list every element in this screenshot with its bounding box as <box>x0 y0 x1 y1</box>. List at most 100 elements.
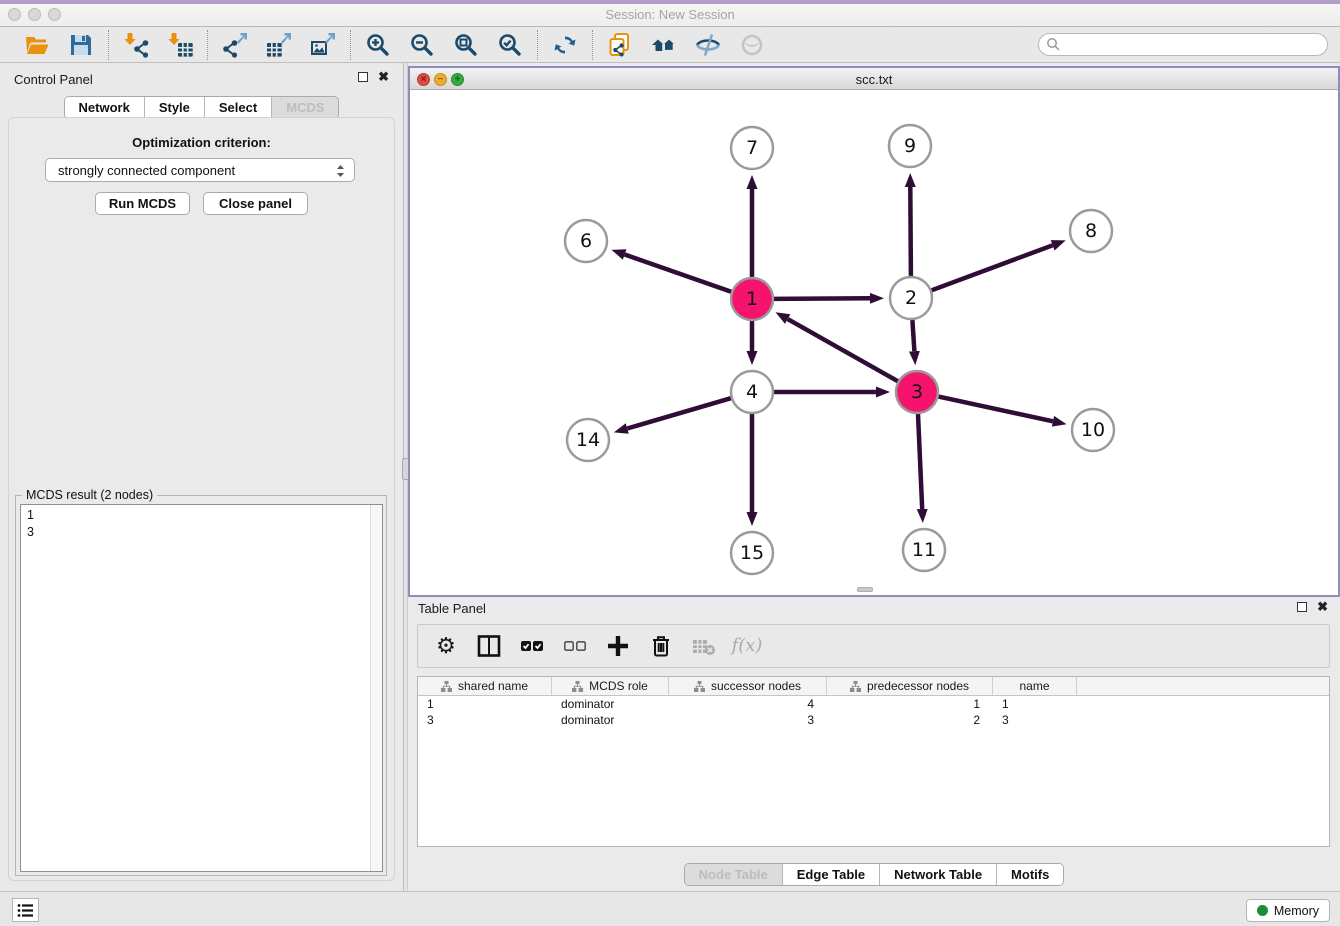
function-builder-button[interactable]: f(x) <box>733 632 761 660</box>
zoom-fit-button[interactable] <box>452 31 480 59</box>
duplicate-network-button[interactable] <box>606 31 634 59</box>
column-header-predecessor-nodes[interactable]: predecessor nodes <box>827 677 993 695</box>
export-network-button[interactable] <box>221 31 249 59</box>
table-cell[interactable]: dominator <box>552 712 669 728</box>
deselect-all-columns-icon <box>562 633 588 659</box>
show-graphics-icon <box>739 32 765 58</box>
table-tab-motifs[interactable]: Motifs <box>997 864 1063 885</box>
network-canvas[interactable]: 7 9 6 8 1 2 4 3 14 10 15 11 <box>410 90 1338 595</box>
table-row[interactable]: 1dominator411 <box>418 696 1329 712</box>
table-cell[interactable]: 3 <box>993 712 1077 728</box>
search-input[interactable] <box>1038 33 1328 56</box>
zoom-selected-icon <box>497 32 523 58</box>
table-panel-float-button[interactable] <box>1297 602 1307 612</box>
node-label: 9 <box>904 135 916 157</box>
node-1[interactable]: 1 <box>731 278 773 320</box>
control-panel-float-button[interactable] <box>358 72 368 82</box>
result-scrollbar[interactable] <box>370 505 382 871</box>
memory-label: Memory <box>1274 904 1319 918</box>
node-8[interactable]: 8 <box>1070 210 1112 252</box>
duplicate-network-icon <box>607 32 633 58</box>
control-panel-close-button[interactable]: ✖ <box>378 72 389 82</box>
node-2[interactable]: 2 <box>890 277 932 319</box>
titlebar-accent <box>0 0 1340 4</box>
table-cell[interactable]: 1 <box>827 696 993 712</box>
edge-3-11[interactable] <box>918 414 922 509</box>
column-header-name[interactable]: name <box>993 677 1077 695</box>
edge-3-10[interactable] <box>939 397 1053 422</box>
import-network-button[interactable] <box>122 31 150 59</box>
tab-select[interactable]: Select <box>205 97 272 118</box>
edge-2-8[interactable] <box>932 245 1053 290</box>
node-9[interactable]: 9 <box>889 125 931 167</box>
criterion-select[interactable]: strongly connected component <box>45 158 355 182</box>
column-header-MCDS-role[interactable]: MCDS role <box>552 677 669 695</box>
import-table-button[interactable] <box>166 31 194 59</box>
table-panel-close-button[interactable]: ✖ <box>1317 602 1328 612</box>
export-table-button[interactable] <box>265 31 293 59</box>
tab-mcds[interactable]: MCDS <box>272 97 338 118</box>
close-panel-button[interactable]: Close panel <box>203 192 308 215</box>
column-header-successor-nodes[interactable]: successor nodes <box>669 677 827 695</box>
edge-1-6[interactable] <box>625 255 732 292</box>
run-mcds-button[interactable]: Run MCDS <box>95 192 190 215</box>
node-14[interactable]: 14 <box>567 419 609 461</box>
refresh-view-button[interactable] <box>551 31 579 59</box>
table-cell[interactable]: 3 <box>418 712 552 728</box>
mcds-result-textarea[interactable]: 13 <box>20 504 383 872</box>
save-session-button[interactable] <box>67 31 95 59</box>
zoom-in-button[interactable] <box>364 31 392 59</box>
edge-2-9[interactable] <box>910 187 911 276</box>
network-window-titlebar[interactable]: × − + scc.txt <box>410 68 1338 90</box>
table-cell[interactable]: 3 <box>669 712 827 728</box>
column-pane-button[interactable] <box>475 632 503 660</box>
tab-style[interactable]: Style <box>145 97 205 118</box>
table-tabs: Node TableEdge TableNetwork TableMotifs <box>408 863 1340 886</box>
memory-status-icon <box>1257 905 1268 916</box>
edge-1-2[interactable] <box>774 298 870 299</box>
mcds-panel: Optimization criterion: strongly connect… <box>8 117 395 881</box>
node-6[interactable]: 6 <box>565 220 607 262</box>
table-tab-node-table[interactable]: Node Table <box>685 864 783 885</box>
task-history-button[interactable] <box>12 898 39 922</box>
add-column-button[interactable] <box>604 632 632 660</box>
column-header-shared-name[interactable]: shared name <box>418 677 552 695</box>
select-all-columns-button[interactable] <box>518 632 546 660</box>
table-row[interactable]: 3dominator323 <box>418 712 1329 728</box>
edge-2-3[interactable] <box>912 320 914 351</box>
show-graphics-button[interactable] <box>738 31 766 59</box>
hide-graphics-button[interactable] <box>694 31 722 59</box>
deselect-all-columns-button[interactable] <box>561 632 589 660</box>
zoom-out-button[interactable] <box>408 31 436 59</box>
zoom-selected-button[interactable] <box>496 31 524 59</box>
export-network-icon <box>222 32 248 58</box>
export-image-icon <box>310 32 336 58</box>
node-15[interactable]: 15 <box>731 532 773 574</box>
network-hscrollbar[interactable] <box>857 587 873 592</box>
app-title: Session: New Session <box>0 7 1340 22</box>
table-tab-edge-table[interactable]: Edge Table <box>783 864 880 885</box>
export-image-button[interactable] <box>309 31 337 59</box>
table-settings-button[interactable]: ⚙ <box>432 632 460 660</box>
delete-table-button[interactable] <box>690 632 718 660</box>
node-4[interactable]: 4 <box>731 371 773 413</box>
mcds-result-title: MCDS result (2 nodes) <box>22 488 157 502</box>
browser-home-button[interactable] <box>650 31 678 59</box>
node-3[interactable]: 3 <box>896 371 938 413</box>
table-tab-network-table[interactable]: Network Table <box>880 864 997 885</box>
table-cell[interactable]: 1 <box>418 696 552 712</box>
table-cell[interactable]: 2 <box>827 712 993 728</box>
memory-button[interactable]: Memory <box>1246 899 1330 922</box>
tab-network[interactable]: Network <box>65 97 145 118</box>
table-cell[interactable]: 4 <box>669 696 827 712</box>
edge-3-1[interactable] <box>788 319 898 381</box>
node-10[interactable]: 10 <box>1072 409 1114 451</box>
open-session-button[interactable] <box>23 31 51 59</box>
delete-column-button[interactable] <box>647 632 675 660</box>
column-header-label: MCDS role <box>589 679 648 693</box>
node-7[interactable]: 7 <box>731 127 773 169</box>
edge-4-14[interactable] <box>627 398 731 428</box>
node-11[interactable]: 11 <box>903 529 945 571</box>
table-cell[interactable]: 1 <box>993 696 1077 712</box>
table-cell[interactable]: dominator <box>552 696 669 712</box>
